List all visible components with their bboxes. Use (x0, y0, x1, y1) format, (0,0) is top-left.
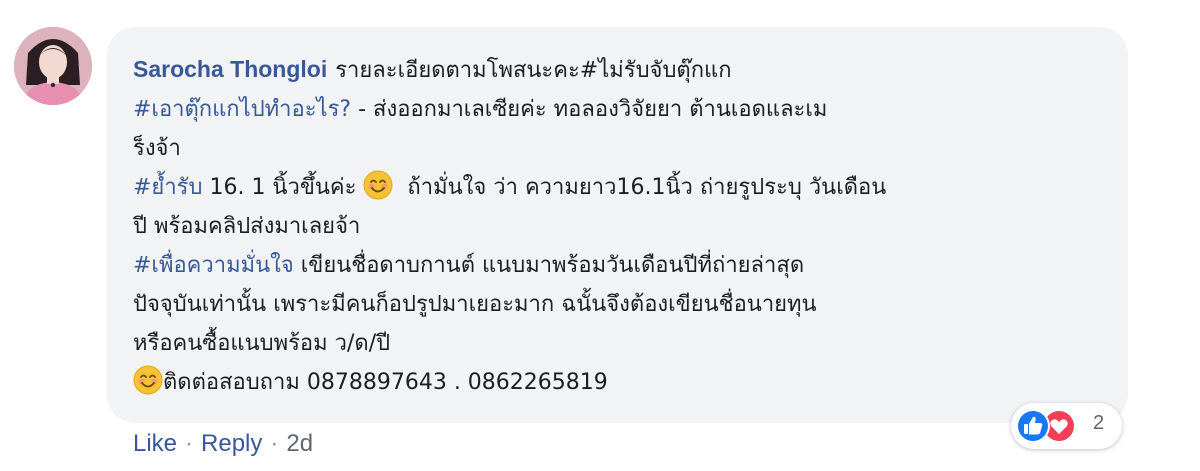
comment-text-segment: หรือคนซื้อแนบพร้อม ว/ด/ปี (133, 331, 391, 356)
smiling-face-emoji (133, 365, 163, 395)
comment-line: ปี พร้อมคลิปส่งมาเลยจ้า (133, 207, 1113, 246)
reply-button[interactable]: Reply (201, 430, 262, 457)
hashtag-link[interactable]: #ย้ำรับ (133, 175, 202, 200)
timestamp[interactable]: 2d (286, 430, 313, 457)
avatar[interactable] (14, 27, 92, 105)
comment-line: หรือคนซื้อแนบพร้อม ว/ด/ปี (133, 324, 1113, 363)
comment-line: ร็งจ้า (133, 129, 1113, 168)
comment-text-segment: รายละเอียดตามโพสนะคะ#ไม่รับจับตุ๊กแก (335, 58, 732, 83)
comment-text-segment: ปัจจุบันเท่านั้น เพราะมีคนก็อปรูปมาเยอะม… (133, 292, 817, 317)
smiling-face-emoji (363, 170, 393, 200)
separator: · (185, 430, 194, 457)
comment-text-segment: ปี พร้อมคลิปส่งมาเลยจ้า (133, 214, 361, 239)
avatar-photo (14, 27, 92, 105)
comment-text-segment: ร็งจ้า (133, 136, 181, 161)
separator: · (270, 430, 279, 457)
comment-text-segment: 16. 1 นิ้วขึ้นค่ะ (202, 175, 364, 200)
like-button[interactable]: Like (133, 430, 177, 457)
comment-text-segment: ติดต่อสอบถาม 0878897643 . 0862265819 (163, 370, 608, 395)
comment-bubble: Sarocha Thongloi รายละเอียดตามโพสนะคะ#ไม่… (107, 27, 1128, 423)
reaction-count: 2 (1093, 412, 1105, 434)
comment-line: #ย้ำรับ 16. 1 นิ้วขึ้นค่ะ ถ้ามั่นใจ ว่า … (133, 168, 1113, 207)
comment-text-segment: เขียนชื่อดาบกานต์ แนบมาพร้อมวันเดือนปีที… (293, 253, 805, 278)
comment-text: Sarocha Thongloi รายละเอียดตามโพสนะคะ#ไม่… (133, 50, 1113, 402)
comment-line: #เอาตุ๊กแกไปทำอะไร? - ส่งออกมาเลเซียค่ะ … (133, 90, 1113, 129)
comment-line: ติดต่อสอบถาม 0878897643 . 0862265819 (133, 363, 1113, 402)
hashtag-link[interactable]: #เอาตุ๊กแกไปทำอะไร? (133, 97, 351, 122)
comment-actions: Like · Reply · 2d (133, 430, 313, 458)
like-reaction-icon (1016, 409, 1050, 443)
comment-line: Sarocha Thongloi รายละเอียดตามโพสนะคะ#ไม่… (133, 50, 1113, 90)
comment-text-segment: - ส่งออกมาเลเซียค่ะ ทอลองวิจัยยา ต้านเอด… (351, 97, 828, 122)
hashtag-link[interactable]: #เพื่อความมั่นใจ (133, 253, 294, 278)
comment-text-segment: ถ้ามั่นใจ ว่า ความยาว16.1นิ้ว ถ่ายรูประบ… (393, 175, 887, 200)
comment-line: #เพื่อความมั่นใจ เขียนชื่อดาบกานต์ แนบมา… (133, 246, 1113, 285)
comment-line: ปัจจุบันเท่านั้น เพราะมีคนก็อปรูปมาเยอะม… (133, 285, 1113, 324)
reaction-summary[interactable]: 2 (1011, 403, 1122, 449)
author-name[interactable]: Sarocha Thongloi (133, 56, 327, 82)
